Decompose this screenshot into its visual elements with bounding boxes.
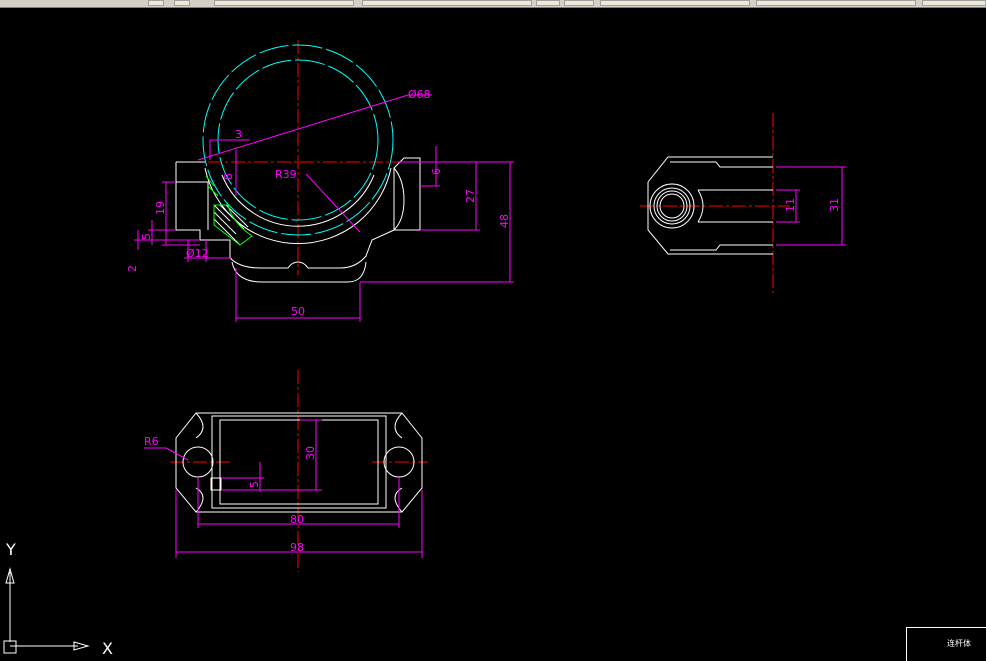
dim-r6: R6	[144, 435, 159, 448]
top-window-frame	[211, 415, 387, 509]
toolbar-button[interactable]	[536, 0, 560, 6]
dim-5: 5	[140, 233, 153, 240]
body-outline	[176, 181, 209, 230]
side-view	[640, 113, 846, 293]
dim-11: 11	[784, 198, 797, 212]
dim-98: 98	[290, 541, 304, 554]
dim-2: 2	[126, 265, 139, 272]
toolbar-button[interactable]	[600, 0, 750, 6]
dim-dia68: Ø68	[408, 88, 431, 101]
toolbar-button[interactable]	[174, 0, 190, 6]
ucs-x-label: X	[102, 639, 113, 658]
dim-80: 80	[290, 513, 304, 526]
title-block: 连杆体	[906, 627, 986, 661]
toolbar-button[interactable]	[922, 0, 986, 6]
side-dim-text: 11 31	[784, 198, 841, 212]
drawing-canvas[interactable]: Ø68 R39 3 8 6 27 48 19 5 2 Ø12 50 11 31	[0, 8, 986, 661]
toolbar-button[interactable]	[756, 0, 916, 6]
dim-8: 8	[222, 173, 235, 180]
front-view	[175, 40, 440, 283]
front-dimensions	[134, 94, 514, 322]
toolbar-button[interactable]	[214, 0, 354, 6]
top-dim-text: R6 30 5 80 98	[144, 435, 317, 554]
dim-27: 27	[464, 189, 477, 203]
top-view	[144, 370, 428, 572]
toolbar-button[interactable]	[148, 0, 164, 6]
body-outline	[393, 167, 405, 231]
dim-30: 30	[304, 446, 317, 460]
dim-3: 3	[235, 128, 242, 141]
dim-31: 31	[828, 198, 841, 212]
dim-50: 50	[291, 305, 305, 318]
toolbar-button[interactable]	[564, 0, 594, 6]
hatch	[213, 204, 249, 246]
title-block-label: 连杆体	[947, 639, 971, 648]
dim-19: 19	[154, 201, 167, 215]
leader-line	[197, 94, 409, 161]
dim-5-top: 5	[248, 481, 261, 488]
dim-6: 6	[430, 168, 443, 175]
dim-dia12: Ø12	[186, 247, 209, 260]
toolbar-button[interactable]	[362, 0, 532, 6]
dim-48: 48	[498, 214, 511, 228]
top-window	[219, 419, 379, 505]
body-outline	[231, 261, 367, 283]
dim-r39: R39	[275, 168, 297, 181]
ucs-icon	[3, 567, 90, 654]
toolbar	[0, 0, 986, 8]
ucs-y-label: Y	[5, 540, 16, 559]
